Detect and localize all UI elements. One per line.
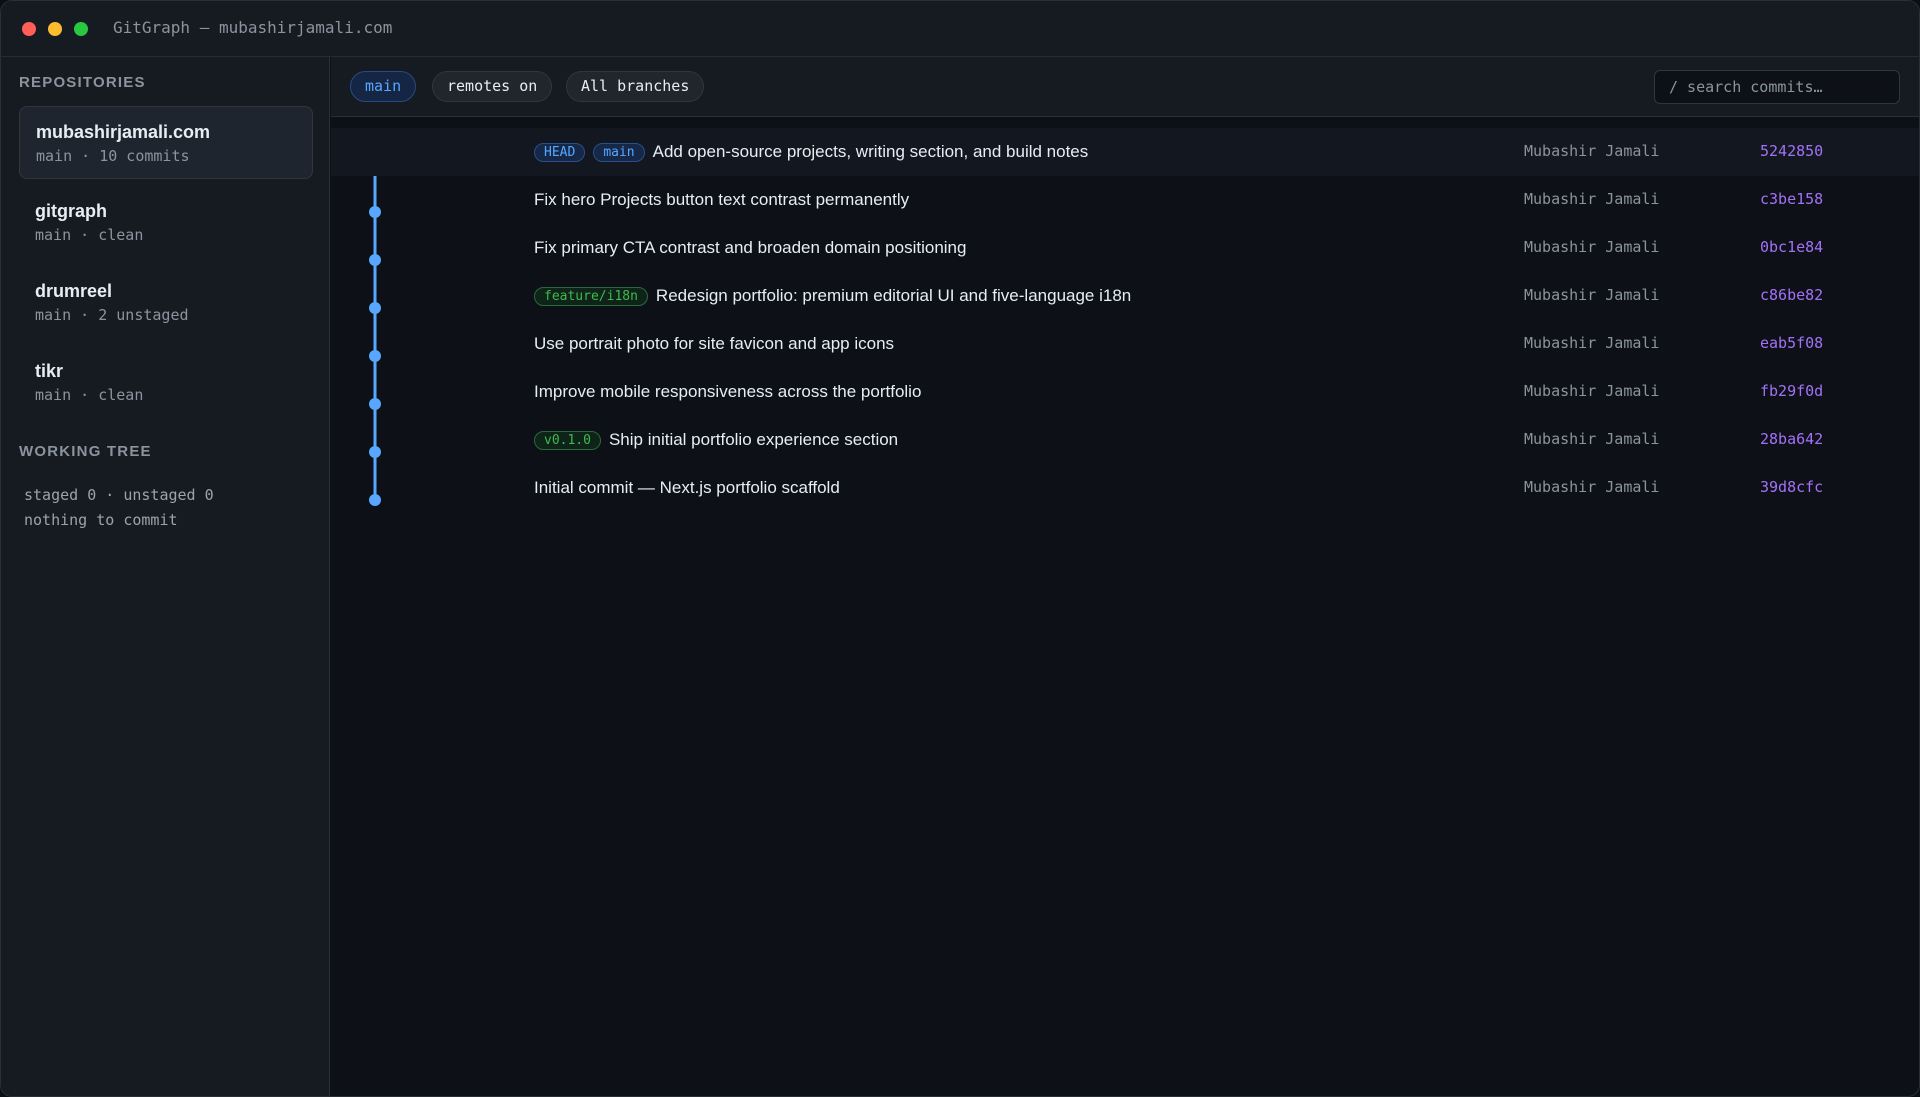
commit-row[interactable]: Initial commit — Next.js portfolio scaff… [331,464,1919,512]
ref-badge[interactable]: feature/i18n [534,286,648,306]
repo-name: drumreel [35,281,113,301]
commit-row[interactable]: Improve mobile responsiveness across the… [331,368,1919,416]
commit-sha[interactable]: eab5f08 [1760,334,1823,352]
commit-author: Mubashir Jamali [1524,478,1660,496]
commit-row[interactable]: feature/i18n Redesign portfolio: premium … [331,272,1919,320]
filter-all-branches[interactable]: All branches [566,71,705,102]
repo-item-drumreel[interactable]: drumreel main · 2 unstaged [19,266,313,339]
commit-author: Mubashir Jamali [1524,286,1660,304]
toolbar: main remotes on All branches [331,57,1919,117]
commit-message-cell: Use portrait photo for site favicon and … [534,320,894,368]
search-input[interactable] [1654,70,1900,104]
commit-sha[interactable]: fb29f0d [1760,382,1823,400]
commit-message-cell: HEAD main Add open-source projects, writin… [534,128,1088,176]
commit-message-cell: feature/i18n Redesign portfolio: premium … [534,272,1131,320]
repo-item-mubashirjamali[interactable]: mubashirjamali.com main · 10 commits [19,106,313,179]
repo-meta: main · 10 commits [36,147,190,165]
commit-message-cell: Initial commit — Next.js portfolio scaff… [534,464,840,512]
commit-author: Mubashir Jamali [1524,190,1660,208]
commit-message: Ship initial portfolio experience sectio… [608,430,899,449]
commit-sha[interactable]: 39d8cfc [1760,478,1823,496]
commit-message: Add open-source projects, writing sectio… [652,142,1089,161]
repo-item-gitgraph[interactable]: gitgraph main · clean [19,186,313,259]
app-window: GitGraph — mubashirjamali.com REPOSITORI… [0,0,1920,1097]
working-tree-heading: WORKING TREE [19,443,152,460]
repo-item-tikr[interactable]: tikr main · clean [19,346,313,419]
repositories-heading: REPOSITORIES [19,74,146,91]
commit-message-cell: Fix hero Projects button text contrast p… [534,176,909,224]
commit-row[interactable]: Use portrait photo for site favicon and … [331,320,1919,368]
commit-message: Redesign portfolio: premium editorial UI… [655,286,1132,305]
window-title: GitGraph — mubashirjamali.com [113,18,393,37]
commit-row[interactable]: v0.1.0 Ship initial portfolio experience … [331,416,1919,464]
commit-author: Mubashir Jamali [1524,382,1660,400]
commit-row[interactable]: HEAD main Add open-source projects, writin… [331,128,1919,176]
repo-meta: main · clean [35,226,144,244]
repo-name: tikr [35,361,64,381]
maximize-icon[interactable] [74,22,88,36]
working-tree-status: staged 0 · unstaged 0 [24,486,214,504]
commit-author: Mubashir Jamali [1524,238,1660,256]
commit-message-cell: Improve mobile responsiveness across the… [534,368,921,416]
repo-meta: main · 2 unstaged [35,306,189,324]
commit-sha[interactable]: 28ba642 [1760,430,1823,448]
repo-meta: main · clean [35,386,144,404]
commit-message: Initial commit — Next.js portfolio scaff… [534,478,840,497]
repo-name: gitgraph [35,201,107,221]
commit-message-cell: Fix primary CTA contrast and broaden dom… [534,224,966,272]
commit-message: Use portrait photo for site favicon and … [534,334,895,353]
ref-badge[interactable]: main [593,142,645,162]
repo-name: mubashirjamali.com [36,122,211,142]
title-bar: GitGraph — mubashirjamali.com [1,1,1919,57]
commit-row[interactable]: Fix hero Projects button text contrast p… [331,176,1919,224]
commit-sha[interactable]: 5242850 [1760,142,1823,160]
commit-author: Mubashir Jamali [1524,142,1660,160]
commit-message: Fix primary CTA contrast and broaden dom… [534,238,967,257]
commit-message: Fix hero Projects button text contrast p… [534,190,910,209]
commit-author: Mubashir Jamali [1524,334,1660,352]
commit-message-cell: v0.1.0 Ship initial portfolio experience … [534,416,898,464]
sidebar: REPOSITORIES mubashirjamali.com main · 1… [1,57,330,1096]
commit-sha[interactable]: 0bc1e84 [1760,238,1823,256]
commit-message: Improve mobile responsiveness across the… [534,382,922,401]
filter-remotes[interactable]: remotes on [432,71,553,102]
filter-main[interactable]: main [350,71,417,102]
commit-sha[interactable]: c3be158 [1760,190,1823,208]
ref-badge[interactable]: v0.1.0 [534,430,601,450]
ref-badge[interactable]: HEAD [534,142,586,162]
commit-author: Mubashir Jamali [1524,430,1660,448]
minimize-icon[interactable] [48,22,62,36]
commit-row[interactable]: Fix primary CTA contrast and broaden dom… [331,224,1919,272]
working-tree-message: nothing to commit [24,511,178,529]
commit-list: HEAD main Add open-source projects, writin… [331,118,1919,1096]
close-icon[interactable] [22,22,36,36]
commit-sha[interactable]: c86be82 [1760,286,1823,304]
